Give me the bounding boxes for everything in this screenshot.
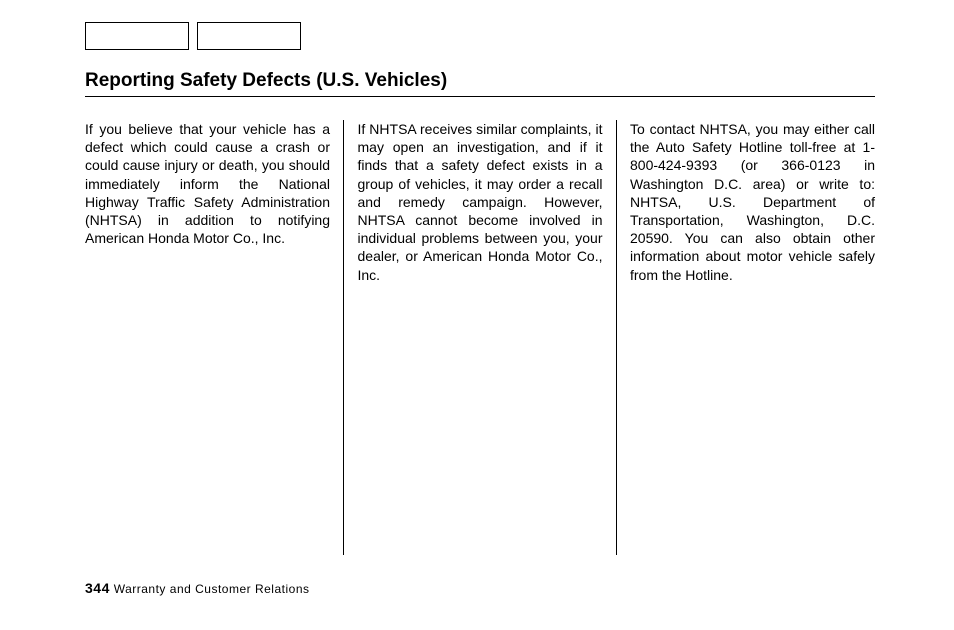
column-separator — [616, 120, 617, 555]
column-1: If you believe that your vehicle has a d… — [85, 120, 330, 555]
title-rule — [85, 96, 875, 97]
nav-button-group — [85, 22, 301, 50]
nav-button-prev[interactable] — [85, 22, 189, 50]
nav-button-next[interactable] — [197, 22, 301, 50]
column-2: If NHTSA receives similar com­plaints, i… — [358, 120, 603, 555]
page-title: Reporting Safety Defects (U.S. Vehicles) — [85, 70, 447, 92]
column-separator — [343, 120, 344, 555]
footer-section: Warranty and Customer Relations — [114, 582, 310, 596]
page-number: 344 — [85, 580, 110, 596]
page-footer: 344 Warranty and Customer Relations — [85, 580, 310, 596]
column-3: To contact NHTSA, you may either call th… — [630, 120, 875, 555]
body-columns: If you believe that your vehicle has a d… — [85, 120, 875, 555]
